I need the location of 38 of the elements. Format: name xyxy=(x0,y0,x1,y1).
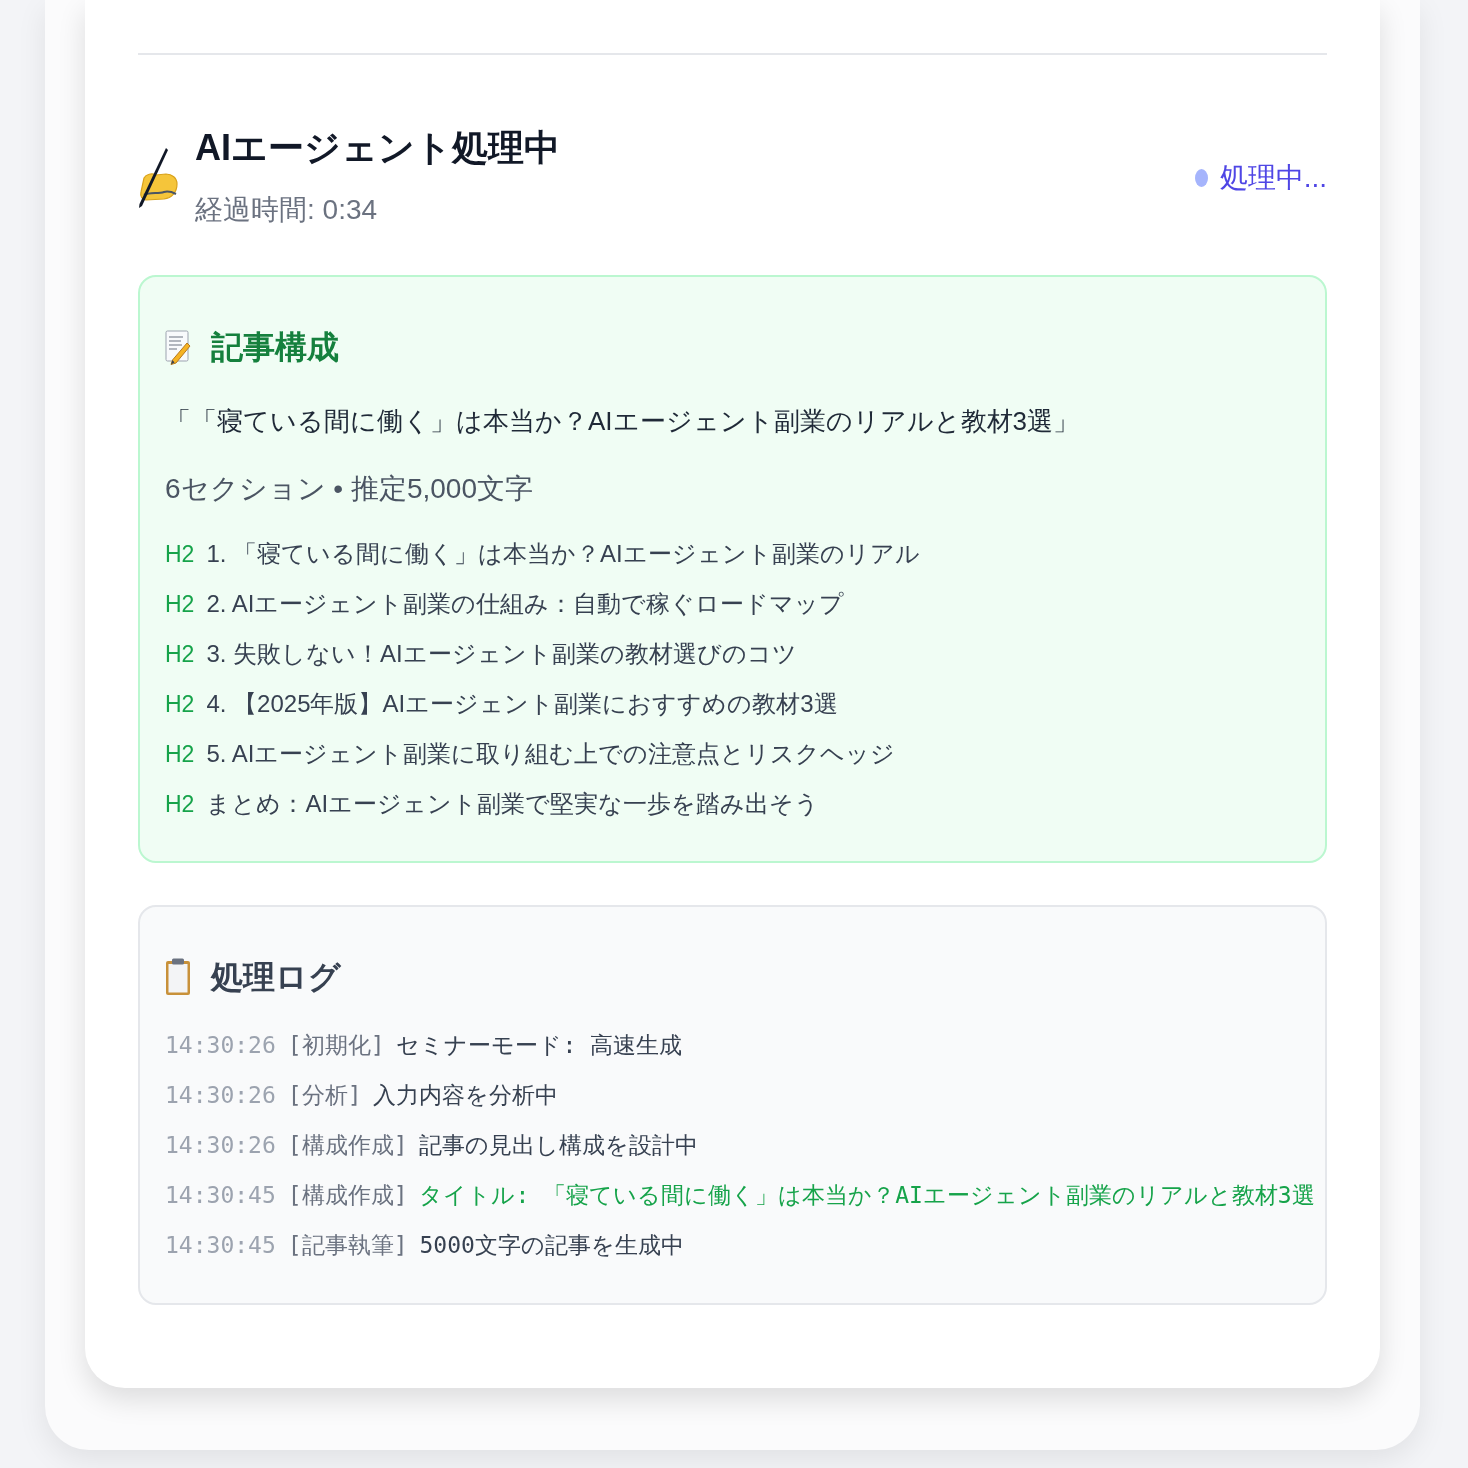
status-label: 処理中... xyxy=(1219,161,1327,195)
log-timestamp: 14:30:45 xyxy=(165,1230,276,1260)
log-message: 記事の見出し構成を設計中 xyxy=(419,1130,699,1160)
section-heading: 処理ログ xyxy=(211,958,341,997)
log-tag: [構成作成] xyxy=(287,1177,408,1213)
log-tag: [記事執筆] xyxy=(287,1227,408,1263)
outline-summary: 6セクション • 推定5,000文字 xyxy=(165,472,534,506)
section-title: まとめ：AIエージェント副業で堅実な一歩を踏み出そう xyxy=(206,789,820,819)
heading-level-label: H2 xyxy=(165,589,195,619)
log-timestamp: 14:30:45 xyxy=(165,1180,276,1210)
section-title: 1. 「寝ている間に働く」は本当か？AIエージェント副業のリアル xyxy=(206,539,920,569)
section-heading: 記事構成 xyxy=(211,328,339,367)
notepad-pencil-icon xyxy=(165,329,191,365)
clipboard-icon xyxy=(165,958,191,996)
log-timestamp: 14:30:26 xyxy=(165,1030,276,1060)
log-message: 入力内容を分析中 xyxy=(373,1080,559,1110)
article-title: 「「寝ている間に働く」は本当か？AIエージェント副業のリアルと教材3選」 xyxy=(165,405,1081,438)
status-dot-icon xyxy=(1194,169,1208,187)
log-tag: [構成作成] xyxy=(287,1127,408,1163)
page-title: AIエージェント処理中 xyxy=(195,126,560,170)
heading-level-label: H2 xyxy=(165,739,195,769)
heading-level-label: H2 xyxy=(165,639,195,669)
heading-level-label: H2 xyxy=(165,539,195,569)
log-message: セミナーモード: 高速生成 xyxy=(396,1030,683,1060)
log-timestamp: 14:30:26 xyxy=(165,1080,276,1110)
log-message: タイトル: 「寝ている間に働く」は本当か？AIエージェント副業のリアルと教材3選 xyxy=(419,1180,1315,1210)
log-tag: [分析] xyxy=(287,1077,362,1113)
elapsed-time: 経過時間: 0:34 xyxy=(195,193,379,227)
heading-level-label: H2 xyxy=(165,789,195,819)
log-message: 5000文字の記事を生成中 xyxy=(419,1230,684,1260)
log-timestamp: 14:30:26 xyxy=(165,1130,276,1160)
section-title: 2. AIエージェント副業の仕組み：自動で稼ぐロードマップ xyxy=(206,589,845,619)
section-title: 3. 失敗しない！AIエージェント副業の教材選びのコツ xyxy=(206,639,797,669)
heading-level-label: H2 xyxy=(165,689,195,719)
section-title: 5. AIエージェント副業に取り組む上での注意点とリスクヘッジ xyxy=(206,739,896,769)
log-tag: [初期化] xyxy=(287,1027,385,1063)
writing-hand-icon xyxy=(138,148,178,208)
section-title: 4. 【2025年版】AIエージェント副業におすすめの教材3選 xyxy=(206,689,838,719)
